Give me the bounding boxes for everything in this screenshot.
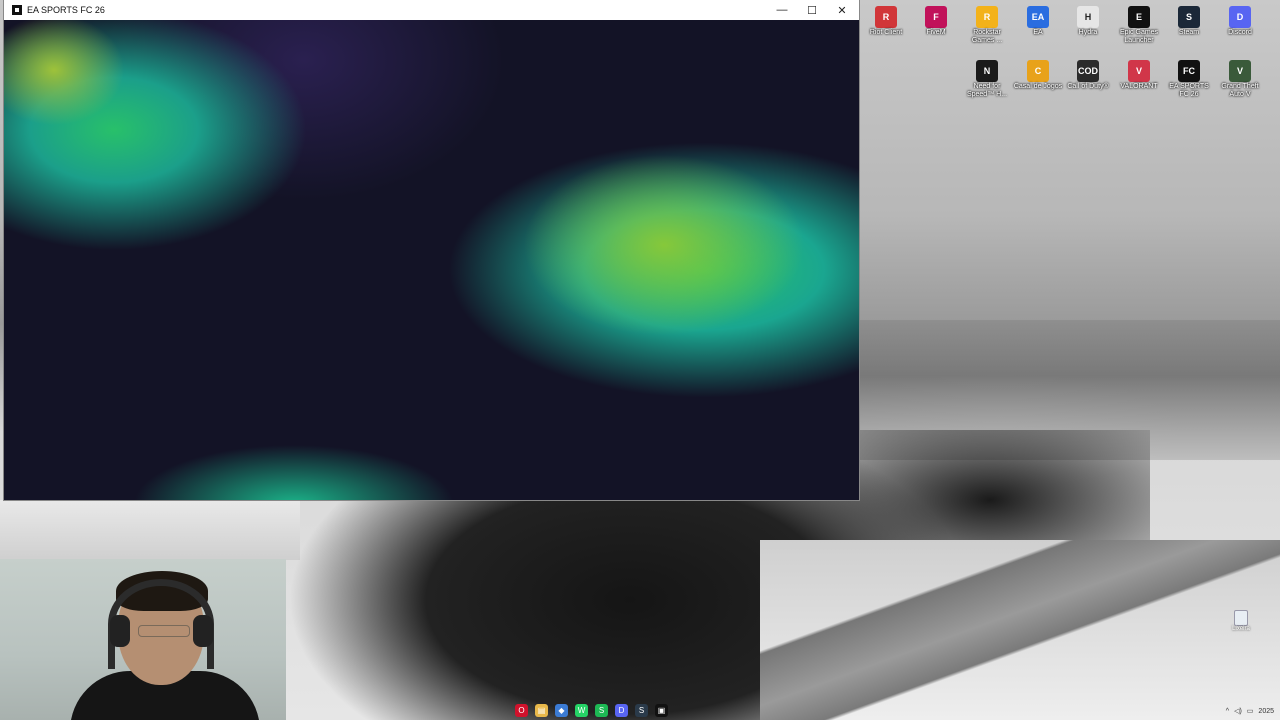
network-icon[interactable]: ▭ bbox=[1247, 707, 1254, 715]
ea-sports-fc-icon: FC bbox=[1178, 60, 1200, 82]
desktop-shortcut[interactable]: COD Call of Duty® bbox=[1063, 60, 1113, 91]
close-button[interactable]: ✕ bbox=[827, 0, 857, 20]
desktop-shortcut-label: Grand Theft Auto V bbox=[1221, 83, 1259, 98]
desktop-shortcut-label: Riot Client bbox=[869, 29, 903, 36]
spotify-icon[interactable]: S bbox=[595, 703, 608, 717]
wallpaper-railing bbox=[760, 540, 1280, 720]
desktop-shortcut[interactable]: R Riot Client bbox=[861, 6, 911, 37]
recycle-bin[interactable]: Lixeira bbox=[1226, 610, 1256, 632]
desktop-shortcut-label: Casal de Jogos bbox=[1013, 83, 1063, 90]
desktop-shortcut-label: Need for Speed™ H... bbox=[966, 83, 1008, 98]
gta-v-icon: V bbox=[1229, 60, 1251, 82]
file-explorer-icon[interactable]: ▤ bbox=[535, 703, 548, 717]
call-of-duty-icon: COD bbox=[1077, 60, 1099, 82]
recycle-bin-icon bbox=[1234, 610, 1248, 626]
webcam-overlay bbox=[0, 559, 286, 720]
desktop-shortcut-label: Rockstar Games ... bbox=[971, 29, 1003, 44]
taskbar-apps: O ▤ ◆ W S D S ▣ bbox=[515, 702, 715, 718]
window-title: EA SPORTS FC 26 bbox=[27, 5, 105, 15]
ea-fc-taskbar-icon[interactable]: ▣ bbox=[655, 703, 668, 717]
desktop-shortcut[interactable]: H Hydra bbox=[1063, 6, 1113, 37]
desktop-shortcut-label: Call of Duty® bbox=[1067, 83, 1109, 90]
maximize-button[interactable]: ☐ bbox=[797, 0, 827, 20]
hydra-icon: H bbox=[1077, 6, 1099, 28]
riot-client-icon: R bbox=[875, 6, 897, 28]
desktop-shortcut-label: Epic Games Launcher bbox=[1119, 29, 1159, 44]
volume-icon[interactable]: ◁) bbox=[1234, 707, 1242, 715]
discord-taskbar-icon[interactable]: D bbox=[615, 703, 628, 717]
desktop-shortcut-label: Discord bbox=[1228, 29, 1252, 36]
ea-icon: EA bbox=[1027, 6, 1049, 28]
desktop-shortcut-label: EA SPORTS FC 26 bbox=[1169, 83, 1209, 98]
desktop-shortcut[interactable]: R Rockstar Games ... bbox=[962, 6, 1012, 45]
browser-icon[interactable]: ◆ bbox=[555, 703, 568, 717]
desktop-shortcut[interactable]: C Casal de Jogos bbox=[1013, 60, 1063, 91]
desktop-shortcut[interactable]: E Epic Games Launcher bbox=[1114, 6, 1164, 45]
desktop-shortcut-label: Steam bbox=[1178, 29, 1200, 36]
window-titlebar[interactable]: EA SPORTS FC 26 — ☐ ✕ bbox=[4, 0, 859, 20]
system-tray[interactable]: ^ ◁) ▭ 2025 bbox=[1226, 704, 1274, 718]
desktop-shortcut-label: VALORANT bbox=[1120, 83, 1158, 90]
discord-icon: D bbox=[1229, 6, 1251, 28]
whatsapp-icon[interactable]: W bbox=[575, 703, 588, 717]
opera-icon[interactable]: O bbox=[515, 703, 528, 717]
steam-icon: S bbox=[1178, 6, 1200, 28]
webcam-person-glasses bbox=[138, 625, 190, 637]
need-for-speed-icon: N bbox=[976, 60, 998, 82]
desktop-shortcut[interactable]: S Steam bbox=[1164, 6, 1214, 37]
game-loading-screen[interactable] bbox=[4, 20, 859, 500]
ea-sports-fc-app-icon bbox=[12, 5, 22, 15]
game-window[interactable]: EA SPORTS FC 26 — ☐ ✕ bbox=[4, 0, 859, 500]
valorant-icon: V bbox=[1128, 60, 1150, 82]
desktop-shortcut[interactable]: F FiveM bbox=[911, 6, 961, 37]
rockstar-icon: R bbox=[976, 6, 998, 28]
tray-clock[interactable]: 2025 bbox=[1258, 708, 1274, 715]
desktop-shortcut[interactable]: D Discord bbox=[1215, 6, 1265, 37]
minimize-button[interactable]: — bbox=[767, 0, 797, 20]
desktop-shortcut[interactable]: V VALORANT bbox=[1114, 60, 1164, 91]
desktop-shortcut[interactable]: N Need for Speed™ H... bbox=[962, 60, 1012, 99]
desktop-shortcut-label: FiveM bbox=[926, 29, 946, 36]
fivem-icon: F bbox=[925, 6, 947, 28]
tray-chevron-icon[interactable]: ^ bbox=[1226, 708, 1229, 715]
desktop-shortcut-label: EA bbox=[1033, 29, 1043, 36]
desktop-shortcut[interactable]: FC EA SPORTS FC 26 bbox=[1164, 60, 1214, 99]
desktop-shortcut-label: Hydra bbox=[1078, 29, 1098, 36]
steam-taskbar-icon[interactable]: S bbox=[635, 703, 648, 717]
recycle-bin-label: Lixeira bbox=[1232, 626, 1250, 632]
desktop-shortcut[interactable]: EA EA bbox=[1013, 6, 1063, 37]
headset-right-earcup bbox=[193, 615, 213, 647]
headset-left-earcup bbox=[110, 615, 130, 647]
desktop-shortcut[interactable]: V Grand Theft Auto V bbox=[1215, 60, 1265, 99]
epic-games-icon: E bbox=[1128, 6, 1150, 28]
casal-de-jogos-icon: C bbox=[1027, 60, 1049, 82]
